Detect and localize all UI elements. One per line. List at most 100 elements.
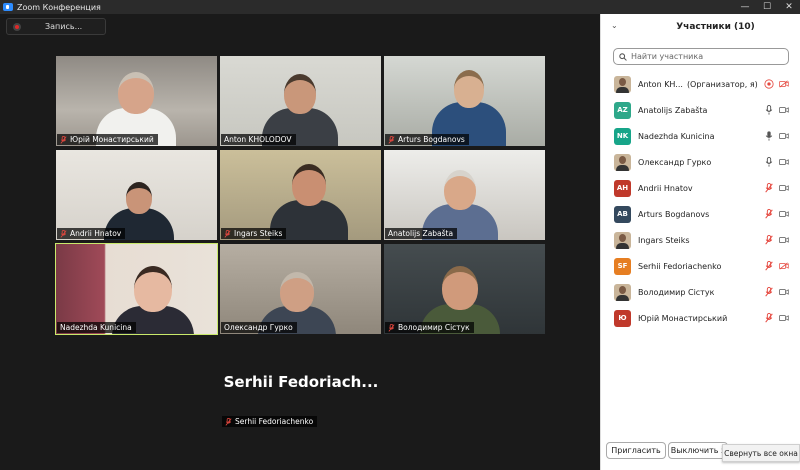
mic-muted-icon[interactable] — [764, 261, 774, 271]
mic-muted-icon — [60, 229, 67, 238]
tile-name: Andrii Hnatov — [70, 229, 122, 238]
participant-name-tag: Arturs Bogdanovs — [385, 134, 469, 145]
participant-status-icons — [764, 105, 789, 115]
recording-button[interactable]: Запись... — [6, 18, 106, 35]
participant-name-tag: Юрій Монастирський — [57, 134, 158, 145]
video-tile[interactable]: Nadezhda Kunicina — [55, 243, 218, 335]
video-icon[interactable] — [779, 209, 789, 219]
minimize-button[interactable]: — — [734, 0, 756, 14]
participant-name: Andrii Hnatov — [638, 183, 693, 193]
participant-name: Serhii Fedoriachenko — [638, 261, 722, 271]
participant-row[interactable]: Олександр Гурко — [601, 149, 800, 175]
participant-status-icons — [764, 313, 789, 323]
participant-row[interactable]: AZ Anatolijs Zabašta — [601, 97, 800, 123]
participant-face — [280, 272, 314, 312]
search-icon — [619, 52, 627, 61]
participant-name-tag: Serhii Fedoriachenko — [222, 416, 318, 427]
mic-muted-icon — [225, 417, 232, 426]
participant-row[interactable]: Ю Юрій Монастирський — [601, 305, 800, 331]
participant-row[interactable]: SF Serhii Fedoriachenko — [601, 253, 800, 279]
window-title: Zoom Конференция — [17, 2, 101, 12]
participant-name: Володимир Сістук — [638, 287, 715, 297]
participant-role: (Организатор, я) — [686, 79, 758, 89]
zoom-window: Zoom Конференция — ☐ ✕ Запись... Юрій Мо… — [0, 0, 800, 470]
participant-name: Ingars Steiks — [638, 235, 690, 245]
video-tile[interactable]: Anton KHOLODOV — [220, 56, 381, 146]
participant-face — [134, 266, 172, 312]
video-off-icon[interactable] — [779, 261, 789, 271]
panel-title: Участники (10) — [676, 22, 755, 32]
video-tile[interactable]: Anatolijs Zabašta — [384, 150, 545, 240]
collapse-chevron-icon[interactable]: ⌄ — [611, 21, 618, 30]
participant-avatar: AZ — [614, 101, 631, 119]
invite-button[interactable]: Пригласить — [606, 442, 666, 459]
participant-row[interactable]: Ingars Steiks — [601, 227, 800, 253]
tile-name: Arturs Bogdanovs — [398, 135, 465, 144]
maximize-button[interactable]: ☐ — [756, 0, 778, 14]
participant-avatar: AB — [614, 205, 631, 223]
participant-row[interactable]: Anton KH... (Организатор, я) — [601, 71, 800, 97]
mic-muted-icon[interactable] — [764, 313, 774, 323]
mic-icon[interactable] — [764, 157, 774, 167]
participant-search-input[interactable]: Найти участника — [613, 48, 789, 65]
participant-row[interactable]: Володимир Сістук — [601, 279, 800, 305]
video-icon[interactable] — [779, 313, 789, 323]
mic-icon[interactable] — [764, 105, 774, 115]
participant-status-icons — [764, 209, 789, 219]
video-off-display-name: Serhii Fedoriach... — [223, 373, 379, 391]
mic-muted-icon[interactable] — [764, 235, 774, 245]
video-icon[interactable] — [779, 131, 789, 141]
participant-row[interactable]: AB Arturs Bogdanovs — [601, 201, 800, 227]
tile-name: Юрій Монастирський — [70, 135, 154, 144]
video-tile[interactable]: Володимир Сістук — [384, 244, 545, 334]
participant-name: Anatolijs Zabašta — [638, 105, 708, 115]
tile-name: Anton KHOLODOV — [224, 135, 292, 144]
video-icon[interactable] — [779, 183, 789, 193]
participant-name-tag: Nadezhda Kunicina — [57, 322, 136, 333]
video-tile[interactable]: Arturs Bogdanovs — [384, 56, 545, 146]
tile-name: Anatolijs Zabašta — [388, 229, 454, 238]
video-tile[interactable]: Олександр Гурко — [220, 244, 381, 334]
participant-face — [284, 74, 316, 114]
participant-name: Anton KH... — [638, 79, 683, 89]
avatar-initials: AZ — [617, 106, 628, 114]
participant-face — [454, 70, 484, 108]
mic-muted-icon[interactable] — [764, 287, 774, 297]
participant-name: Nadezhda Kunicina — [638, 131, 715, 141]
title-bar: Zoom Конференция — ☐ ✕ — [0, 0, 800, 14]
mic-muted-icon — [224, 229, 231, 238]
participant-status-icons — [764, 287, 789, 297]
participant-avatar — [614, 283, 631, 301]
video-icon[interactable] — [779, 157, 789, 167]
avatar-initials: AB — [617, 210, 628, 218]
participant-avatar — [614, 153, 631, 171]
participant-status-icons — [764, 131, 789, 141]
video-icon[interactable] — [779, 105, 789, 115]
mic-icon[interactable] — [764, 131, 774, 141]
recording-label: Запись... — [45, 22, 83, 31]
participant-face — [292, 164, 326, 206]
video-tile[interactable]: Юрій Монастирський — [56, 56, 217, 146]
participant-name: Arturs Bogdanovs — [638, 209, 710, 219]
mute-all-button[interactable]: Выключить з — [668, 442, 728, 459]
minimize-all-tooltip: Свернуть все окна — [722, 444, 800, 462]
participant-avatar — [614, 75, 631, 93]
mic-muted-icon[interactable] — [764, 209, 774, 219]
participant-row[interactable]: AH Andrii Hnatov — [601, 175, 800, 201]
mic-speaking-icon[interactable] — [764, 79, 774, 89]
close-button[interactable]: ✕ — [778, 0, 800, 14]
video-tile[interactable]: Ingars Steiks — [220, 150, 381, 240]
video-tile[interactable]: Andrii Hnatov — [56, 150, 217, 240]
participant-name-tag: Олександр Гурко — [221, 322, 297, 333]
video-off-icon[interactable] — [779, 79, 789, 89]
tile-name: Ingars Steiks — [234, 229, 283, 238]
participant-name: Юрій Монастирський — [638, 313, 728, 323]
participant-row[interactable]: NK Nadezhda Kunicina — [601, 123, 800, 149]
participant-status-icons — [764, 157, 789, 167]
mic-muted-icon — [388, 135, 395, 144]
participant-list: Anton KH... (Организатор, я) AZ Anatolijs Z… — [601, 71, 800, 331]
mic-muted-icon[interactable] — [764, 183, 774, 193]
video-icon[interactable] — [779, 287, 789, 297]
avatar-initials: SF — [617, 262, 628, 270]
video-icon[interactable] — [779, 235, 789, 245]
